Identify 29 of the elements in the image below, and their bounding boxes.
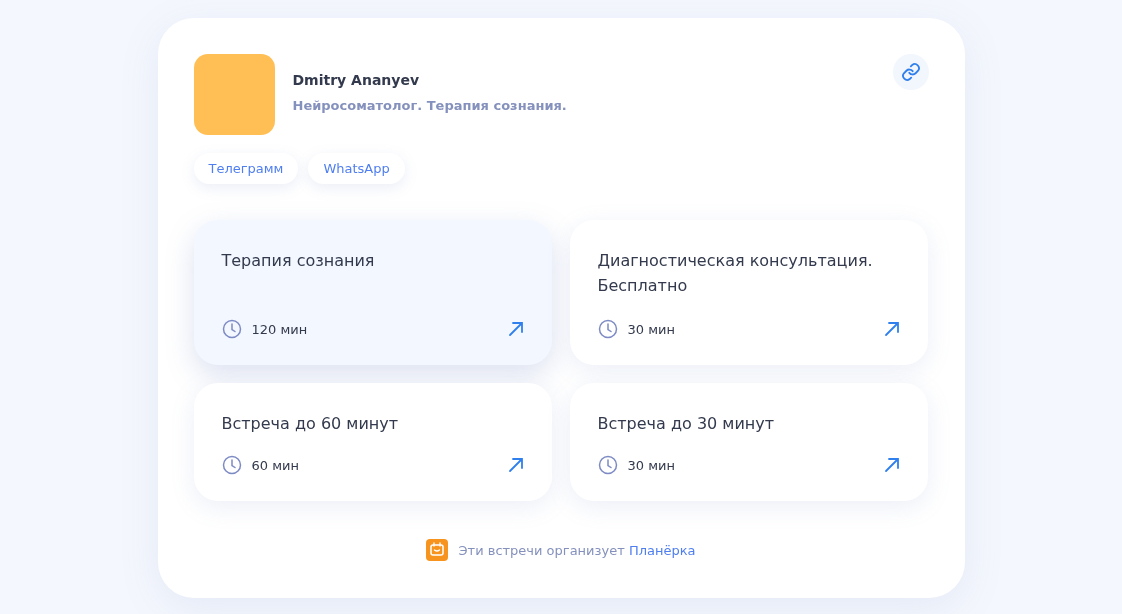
event-card[interactable]: Диагностическая консультация. Бесплатно 30 мин — [569, 220, 928, 365]
event-duration: 30 мин — [627, 457, 675, 473]
footer-text: Эти встречи организует Планёрка — [458, 542, 696, 558]
planerka-link[interactable]: Планёрка — [628, 542, 696, 558]
clock-icon — [597, 319, 618, 339]
arrow-icon — [507, 457, 524, 473]
event-card[interactable]: Встреча до 60 минут 60 мин — [193, 383, 552, 501]
clock-icon — [221, 319, 242, 339]
event-title: Диагностическая консультация. Бесплатно — [597, 250, 874, 297]
arrow-icon — [883, 321, 900, 337]
copy-link-button[interactable] — [892, 54, 929, 90]
event-card[interactable]: Встреча до 30 минут 30 мин — [569, 383, 928, 501]
arrow-icon — [883, 457, 900, 473]
event-duration: 60 мин — [251, 457, 299, 473]
profile-name: Dmitry Ananyev — [292, 72, 421, 88]
event-card[interactable]: Терапия сознания 120 мин — [193, 220, 552, 365]
event-duration: 120 мин — [251, 321, 308, 337]
contact-link[interactable]: Телеграмм — [193, 153, 299, 184]
link-icon — [900, 62, 921, 82]
profile-subtitle: Нейросоматолог. Терапия сознания. — [292, 98, 568, 113]
clock-icon — [221, 455, 242, 475]
event-duration: 30 мин — [627, 321, 675, 337]
event-title: Встреча до 30 минут — [597, 413, 776, 435]
arrow-icon — [507, 321, 524, 337]
event-title: Встреча до 60 минут — [221, 413, 400, 435]
contact-link[interactable]: WhatsApp — [308, 153, 405, 184]
clock-icon — [597, 455, 618, 475]
event-title: Терапия сознания — [221, 250, 376, 272]
calendar-logo-icon — [426, 539, 449, 561]
